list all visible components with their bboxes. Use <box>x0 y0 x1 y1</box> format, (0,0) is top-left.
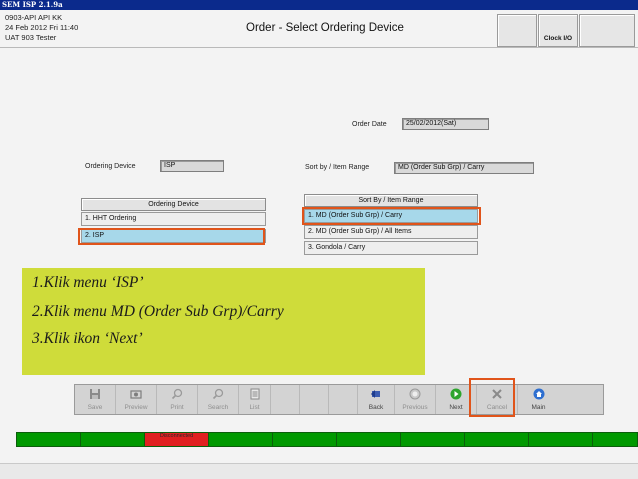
window-title: SEM ISP 2.1.9a <box>2 0 63 9</box>
connection-status-text: Disconnected <box>159 433 194 439</box>
back-icon <box>370 388 382 400</box>
home-icon <box>533 388 545 400</box>
status-segment-7 <box>400 432 464 447</box>
order-date-field: 25/02/2012(Sat) <box>402 118 489 130</box>
window-titlebar: SEM ISP 2.1.9a <box>0 0 638 10</box>
header-datetime: 24 Feb 2012 Fri 11:40 <box>5 23 79 32</box>
header-bar: 0903-API API KK 24 Feb 2012 Fri 11:40 UA… <box>0 10 638 48</box>
toolbar-blank-2[interactable] <box>300 385 329 414</box>
sort-item-md-carry[interactable]: 1. MD (Order Sub Grp) / Carry <box>304 209 478 223</box>
list-label: List <box>249 404 260 411</box>
status-segment-5 <box>272 432 336 447</box>
sort-item-gondola-carry[interactable]: 3. Gondola / Carry <box>304 241 478 255</box>
list-icon <box>249 388 261 400</box>
back-label: Back <box>368 404 384 411</box>
next-icon <box>450 388 462 400</box>
connection-status: Disconnected <box>144 432 208 447</box>
status-segment-9 <box>528 432 592 447</box>
status-segment-1 <box>16 432 80 447</box>
preview-label: Preview <box>124 404 148 411</box>
next-highlight-box <box>469 378 515 417</box>
ordering-device-field: ISP <box>160 160 224 172</box>
magnifier-icon <box>171 388 183 400</box>
instruction-line-1: 1.Klik menu ‘ISP’ <box>32 274 144 291</box>
sort-field: MD (Order Sub Grp) / Carry <box>394 162 534 174</box>
toolbar-blank-3[interactable] <box>329 385 358 414</box>
user-name: UAT 903 Tester <box>5 33 57 42</box>
print-label: Print <box>170 404 184 411</box>
ordering-device-label: Ordering Device <box>85 163 136 170</box>
sort-panel-header: Sort By / Item Range <box>304 194 478 207</box>
status-segment-10 <box>592 432 638 447</box>
clock-io-label: Clock I/O <box>543 35 573 42</box>
preview-icon <box>130 388 142 400</box>
print-button[interactable]: Print <box>157 385 198 414</box>
sort-item-md-all[interactable]: 2. MD (Order Sub Grp) / All Items <box>304 225 478 239</box>
previous-button[interactable]: Previous <box>395 385 436 414</box>
save-button[interactable]: Save <box>75 385 116 414</box>
back-button[interactable]: Back <box>358 385 395 414</box>
search-button[interactable]: Search <box>198 385 239 414</box>
main-button[interactable]: Main <box>518 385 559 414</box>
store-name: 0903-API API KK <box>5 13 63 22</box>
clock-io-button[interactable]: Clock I/O <box>538 14 578 47</box>
previous-label: Previous <box>402 404 428 411</box>
status-segment-4 <box>208 432 272 447</box>
header-blank-button[interactable] <box>497 14 537 47</box>
status-segment-6 <box>336 432 400 447</box>
order-date-label: Order Date <box>352 121 387 128</box>
instruction-line-2: 2.Klik menu MD (Order Sub Grp)/Carry <box>32 303 284 320</box>
header-blank-button-2[interactable] <box>579 14 635 47</box>
list-button[interactable]: List <box>239 385 271 414</box>
bottom-toolbar: Save Preview Print Search List Back Prev… <box>74 384 604 415</box>
status-segment-8 <box>464 432 528 447</box>
page-title: Order - Select Ordering Device <box>246 22 404 34</box>
sort-label: Sort by / Item Range <box>305 164 370 171</box>
ordering-device-panel-header: Ordering Device <box>81 198 266 211</box>
taskbar-strip <box>0 463 638 479</box>
save-label: Save <box>87 404 103 411</box>
ordering-device-hht[interactable]: 1. HHT Ordering <box>81 212 266 226</box>
status-segment-2 <box>80 432 144 447</box>
main-label: Main <box>531 404 546 411</box>
toolbar-blank-1[interactable] <box>271 385 300 414</box>
search-icon <box>212 388 224 400</box>
status-bar: Disconnected <box>16 432 638 447</box>
instruction-line-3: 3.Klik ikon ‘Next’ <box>32 330 143 347</box>
ordering-device-isp[interactable]: 2. ISP <box>81 229 266 243</box>
preview-button[interactable]: Preview <box>116 385 157 414</box>
previous-icon <box>409 388 421 400</box>
search-label: Search <box>207 404 229 411</box>
floppy-disk-icon <box>89 388 101 400</box>
instruction-note: 1.Klik menu ‘ISP’ 2.Klik menu MD (Order … <box>22 268 425 375</box>
